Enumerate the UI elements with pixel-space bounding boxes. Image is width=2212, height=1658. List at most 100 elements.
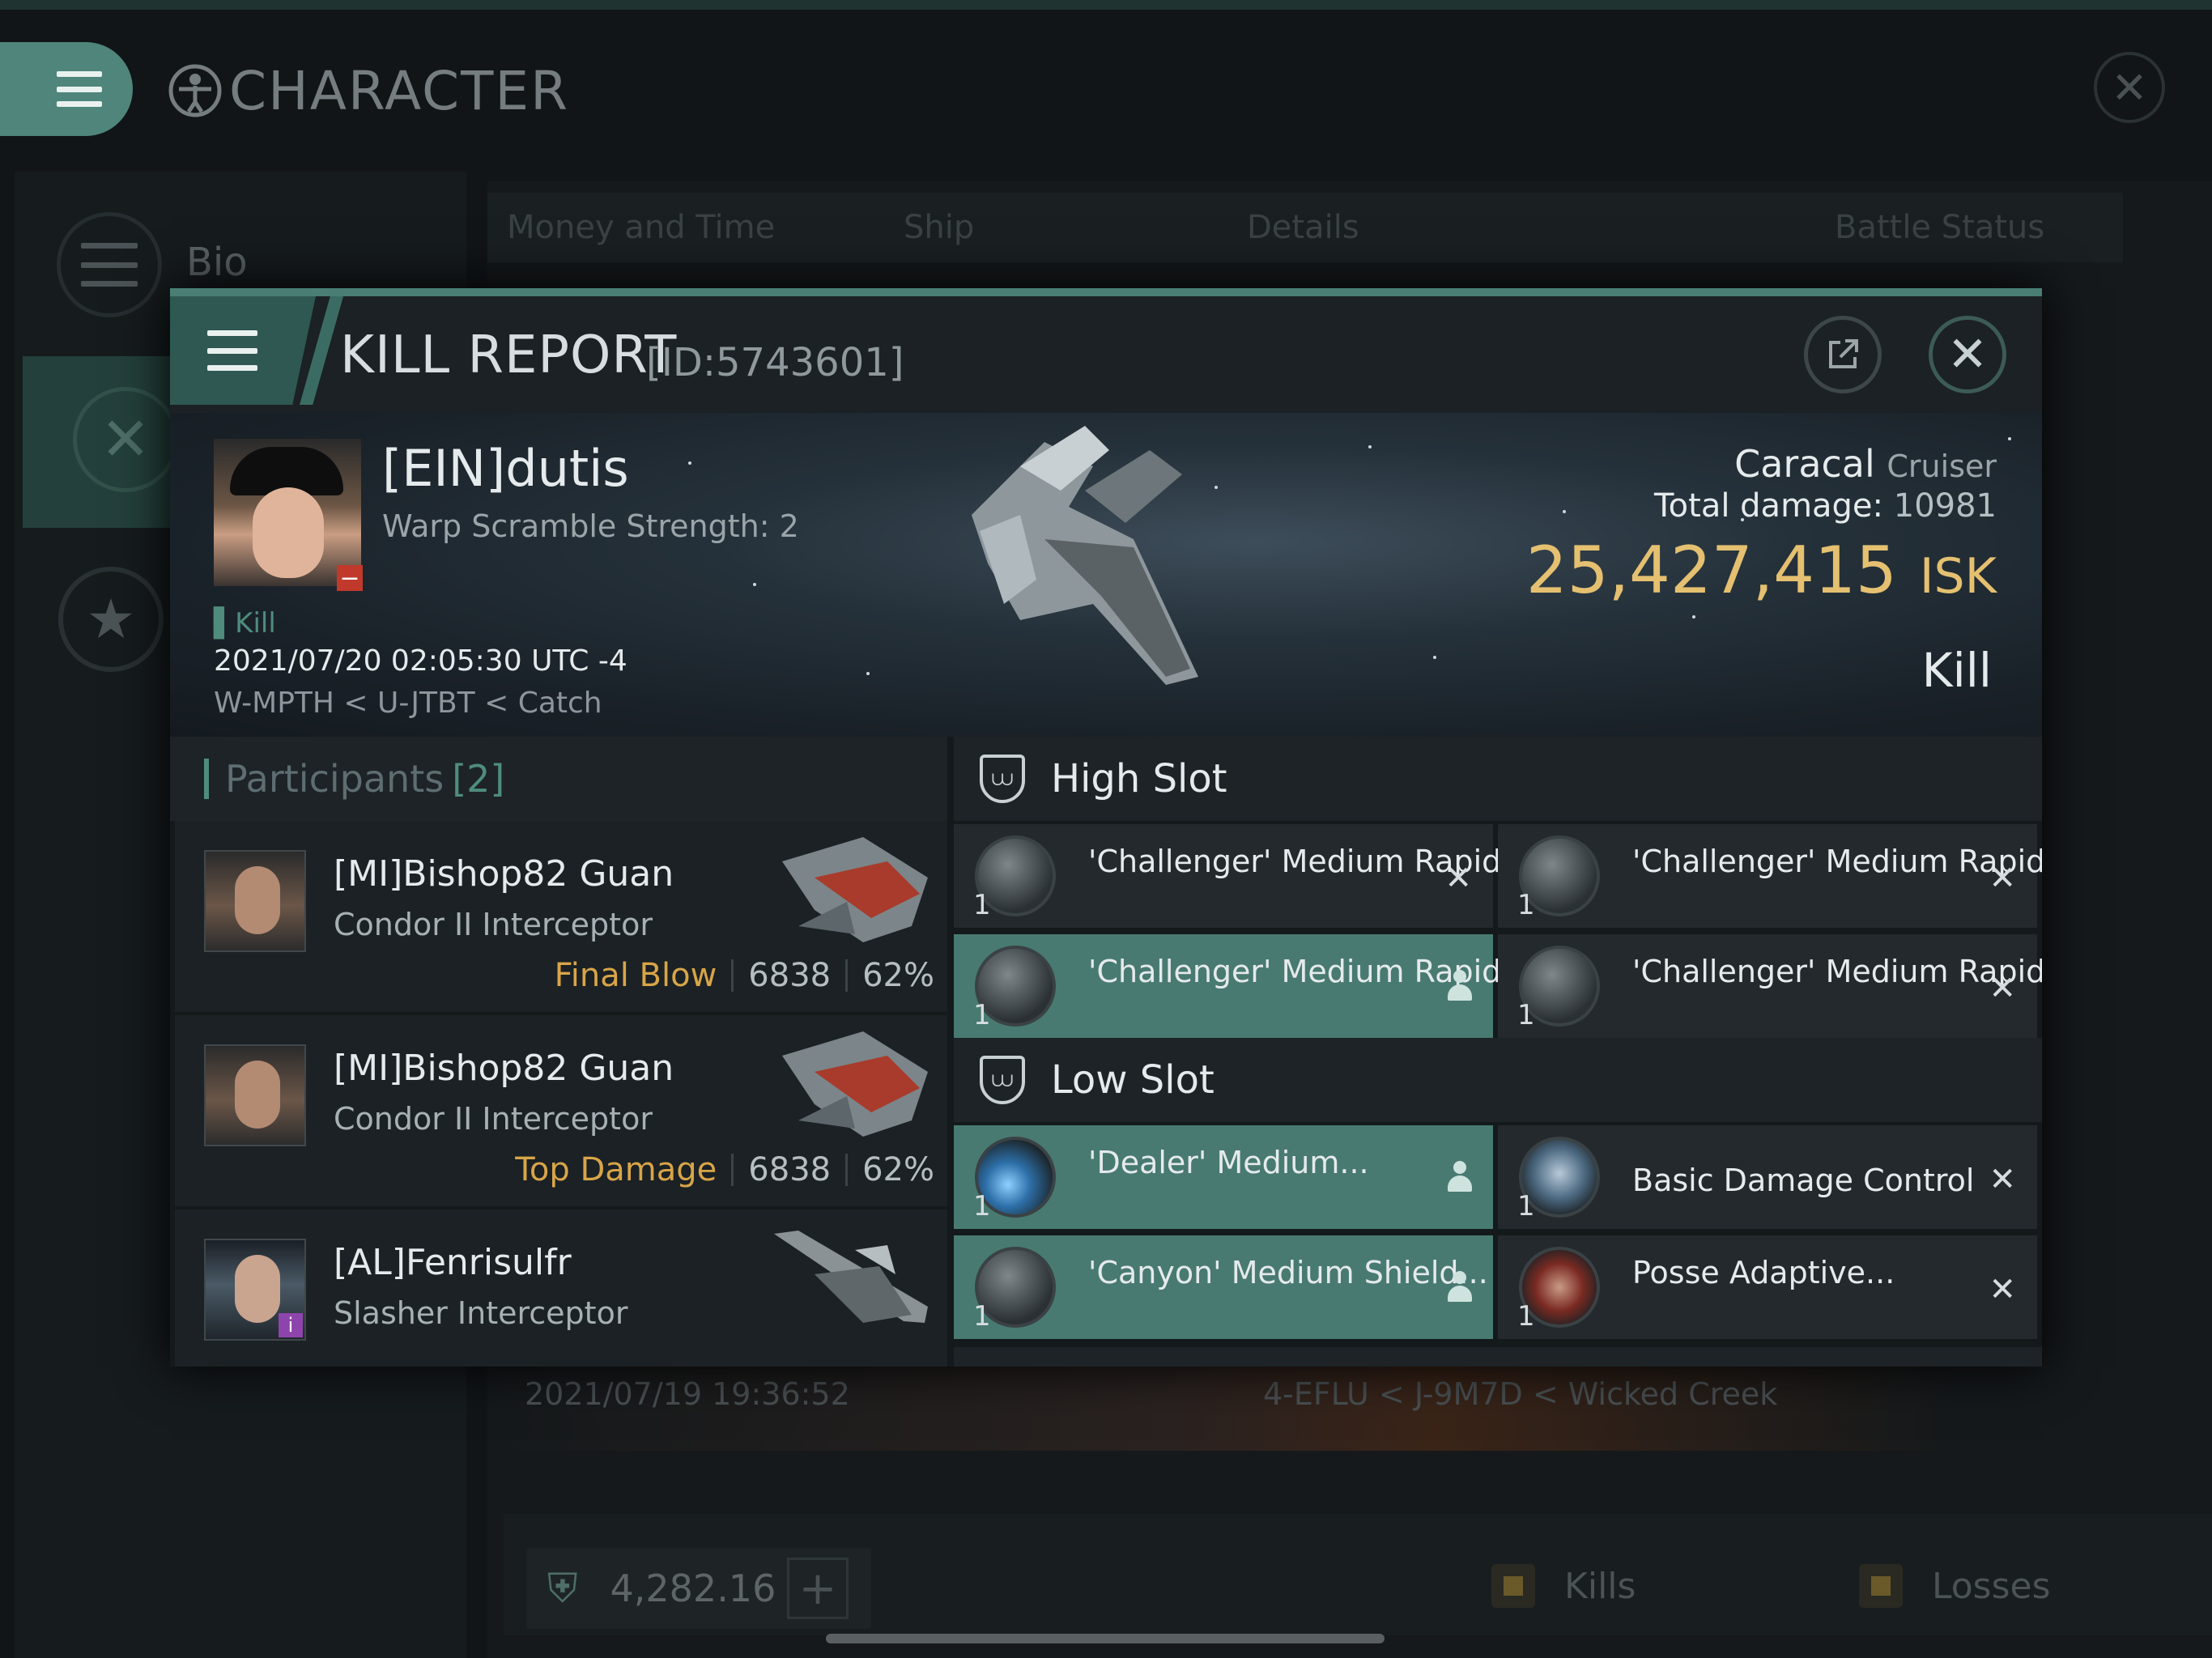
- legend-kills-label: Kills: [1564, 1565, 1636, 1607]
- module-qty: 1: [1517, 1300, 1535, 1333]
- legend-kills[interactable]: Kills: [1491, 1564, 1636, 1608]
- kill-report-id: [ID:5743601]: [646, 340, 904, 385]
- table-header: Money and Time Ship Details Battle Statu…: [487, 193, 2123, 262]
- isk-unit: ISK: [1919, 548, 1997, 605]
- star-icon[interactable]: ★: [58, 567, 164, 672]
- legend-losses[interactable]: Losses: [1859, 1564, 2051, 1608]
- participant-row[interactable]: [MI]Bishop82 Guan Condor II Interceptor …: [175, 821, 947, 1015]
- close-icon: ✕: [2111, 62, 2148, 113]
- isk-amount: 25,427,415: [1525, 533, 1897, 608]
- ship-class: Cruiser: [1887, 449, 1997, 484]
- dropped-person-icon: [1446, 1271, 1474, 1303]
- low-slot-header: ⩊ Low Slot: [954, 1038, 2042, 1122]
- col-money-time: Money and Time: [507, 209, 776, 246]
- participant-row[interactable]: i [AL]Fenrisulfr Slasher Interceptor: [175, 1209, 947, 1367]
- participant-avatar[interactable]: i: [204, 1239, 306, 1341]
- low-slot-icon: ⩊: [980, 1056, 1025, 1104]
- add-funds-button[interactable]: +: [787, 1558, 849, 1619]
- module-item[interactable]: 1 'Challenger' Medium Rapid... ✕: [954, 824, 1531, 928]
- module-item[interactable]: 1 Basic Damage Control ✕: [1498, 1125, 2037, 1229]
- module-name: 'Challenger' Medium Rapid: [1088, 954, 1502, 989]
- participant-row[interactable]: [MI]Bishop82 Guan Condor II Interceptor …: [175, 1015, 947, 1209]
- destroyed-icon: ✕: [1989, 1271, 2016, 1308]
- modal-close-button[interactable]: ✕: [1929, 316, 2006, 393]
- module-qty: 1: [973, 999, 991, 1031]
- dropped-person-icon: [1446, 1161, 1474, 1193]
- participant-percent: 62%: [862, 1151, 934, 1188]
- module-name: 'Challenger' Medium Rapid...: [1632, 844, 2042, 879]
- module-name: Basic Damage Control: [1632, 1163, 1975, 1198]
- bio-button[interactable]: [57, 212, 162, 317]
- condor-ship-image: [782, 837, 928, 942]
- participant-name: [MI]Bishop82 Guan: [334, 853, 674, 895]
- low-slot-title: Low Slot: [1051, 1057, 1214, 1103]
- list-icon: [81, 243, 138, 287]
- share-icon: [1829, 339, 1858, 368]
- module-qty: 1: [973, 889, 991, 921]
- participant-name: [MI]Bishop82 Guan: [334, 1048, 674, 1089]
- sidebar-item-bio[interactable]: Bio: [186, 240, 248, 285]
- victim-status-label: Kill: [235, 607, 276, 640]
- high-slot-header: ⩊ High Slot: [954, 737, 2042, 821]
- participant-stats: Top Damage 6838 62%: [515, 1151, 934, 1188]
- total-damage-label: Total damage:: [1654, 487, 1884, 525]
- destroyed-icon: ✕: [1989, 1161, 2016, 1198]
- final-blow-tag: Final Blow: [554, 957, 717, 994]
- hamburger-icon: [57, 71, 102, 107]
- module-qty: 1: [973, 1190, 991, 1222]
- participant-stats: Final Blow 6838 62%: [555, 957, 934, 994]
- col-ship: Ship: [904, 209, 975, 246]
- module-qty: 1: [1517, 889, 1535, 921]
- losses-swatch: [1859, 1564, 1903, 1608]
- wallet-display: ⛨ 4,282.16 +: [526, 1548, 871, 1629]
- participant-ship: Slasher Interceptor: [334, 1295, 628, 1331]
- window-close-button[interactable]: ✕: [2094, 52, 2165, 123]
- participant-ship: Condor II Interceptor: [334, 1101, 653, 1137]
- condor-ship-image: [782, 1031, 928, 1137]
- wallet-value: 4,282.16: [610, 1567, 776, 1610]
- row-date: 2021/07/19 19:36:52: [525, 1376, 850, 1412]
- victim-name[interactable]: [EIN]dutis: [382, 439, 629, 498]
- isk-value: 25,427,415 ISK: [1526, 533, 1997, 608]
- participant-damage: 6838: [748, 1151, 832, 1188]
- window-title: CHARACTER: [166, 58, 569, 123]
- module-item[interactable]: 1 'Challenger' Medium Rapid... ✕: [1498, 824, 2042, 928]
- modal-menu-button[interactable]: [170, 296, 316, 405]
- participant-avatar[interactable]: [204, 850, 306, 952]
- caracal-ship-image: [972, 426, 1198, 685]
- module-name: 'Dealer' Medium...: [1088, 1145, 1369, 1180]
- top-strip: [0, 0, 2212, 10]
- participant-percent: 62%: [862, 957, 934, 994]
- module-item[interactable]: 1 'Canyon' Medium Shield...: [954, 1235, 1493, 1339]
- destroyed-icon: ✕: [1444, 860, 1472, 897]
- module-item[interactable]: 1 'Challenger' Medium Rapid... ✕: [1498, 934, 2042, 1038]
- destroyed-icon: ✕: [1989, 860, 2016, 897]
- module-name: 'Canyon' Medium Shield...: [1088, 1255, 1488, 1290]
- participant-name: [AL]Fenrisulfr: [334, 1242, 572, 1283]
- module-item[interactable]: 1 'Challenger' Medium Rapid: [954, 934, 1501, 1038]
- info-badge: i: [279, 1313, 303, 1337]
- module-name: Posse Adaptive...: [1632, 1255, 1895, 1290]
- home-indicator: [826, 1634, 1385, 1643]
- participant-damage: 6838: [748, 957, 832, 994]
- character-icon: [168, 64, 222, 117]
- participant-ship: Condor II Interceptor: [334, 907, 653, 942]
- ship-name: Caracal: [1734, 442, 1875, 486]
- share-button[interactable]: [1804, 316, 1882, 393]
- window-title-label: CHARACTER: [229, 59, 569, 122]
- mid-slot-header-partial: [954, 1347, 2042, 1367]
- main-menu-button[interactable]: [0, 42, 133, 136]
- top-damage-tag: Top Damage: [515, 1151, 717, 1188]
- module-name: 'Challenger' Medium Rapid...: [1632, 954, 2042, 989]
- slasher-ship-image: [774, 1231, 928, 1323]
- kill-datetime: 2021/07/20 02:05:30 UTC -4: [214, 644, 627, 678]
- kill-report-modal: KILL REPORT [ID:5743601] ✕ − [EIN]dutis …: [170, 288, 2042, 1367]
- kill-location[interactable]: W-MPTH < U-JTBT < Catch: [214, 687, 602, 720]
- participant-avatar[interactable]: [204, 1044, 306, 1146]
- row-location: 4-EFLU < J-9M7D < Wicked Creek: [1263, 1376, 1778, 1412]
- victim-status: ▌Kill: [214, 607, 276, 640]
- module-item[interactable]: 1 Posse Adaptive... ✕: [1498, 1235, 2037, 1339]
- module-qty: 1: [1517, 1190, 1535, 1222]
- module-item[interactable]: 1 'Dealer' Medium...: [954, 1125, 1493, 1229]
- victim-ship[interactable]: Caracal Cruiser: [1734, 442, 1997, 486]
